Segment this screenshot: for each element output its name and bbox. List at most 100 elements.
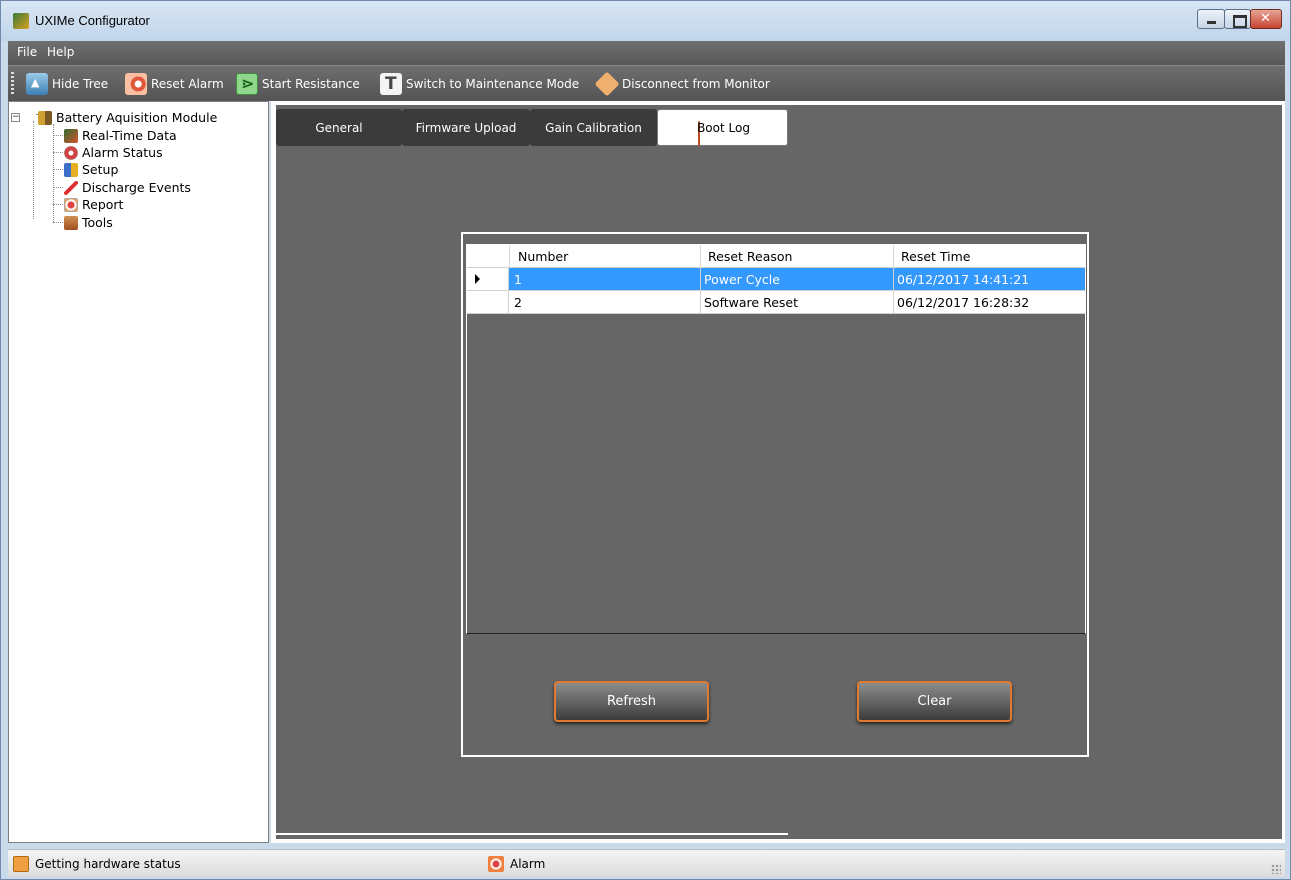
cell-number: 1: [514, 272, 522, 287]
maintenance-mode-label: Switch to Maintenance Mode: [406, 77, 580, 91]
tree-node-label: Real-Time Data: [82, 128, 177, 143]
battery-module-icon: [38, 110, 52, 125]
alarm-status-icon: [64, 145, 78, 160]
app-window: UXIMe Configurator File Help Hide Tree R…: [0, 0, 1291, 880]
start-resistance-label: Start Resistance: [262, 77, 360, 91]
disconnect-icon: [594, 71, 620, 97]
app-icon: [13, 13, 29, 29]
navigation-tree: − Battery Aquisition Module Real-Time Da…: [8, 101, 269, 843]
tab-label: General: [315, 120, 363, 135]
toolbar-grip[interactable]: [11, 72, 14, 96]
tree-connector: [53, 152, 63, 153]
tab-boot-log[interactable]: Boot Log: [657, 109, 788, 146]
status-text: Getting hardware status: [35, 857, 181, 871]
maximize-icon: [1225, 10, 1250, 28]
tree-connector: [53, 124, 54, 222]
column-separator: [893, 268, 894, 290]
tree-node-report[interactable]: Report: [64, 196, 123, 213]
boot-log-panel: Number Reset Reason Reset Time 1 Power C…: [461, 232, 1089, 757]
current-row-icon: [475, 274, 480, 284]
minimize-icon: [1198, 10, 1224, 28]
row-header[interactable]: [467, 291, 509, 313]
real-time-data-icon: [64, 128, 78, 143]
tree-node-battery-module[interactable]: − Battery Aquisition Module: [11, 109, 217, 126]
tree-node-label: Alarm Status: [82, 145, 163, 160]
alarm-text: Alarm: [510, 857, 546, 871]
column-header-reset-time[interactable]: Reset Time: [901, 249, 970, 264]
collapse-icon[interactable]: −: [11, 113, 20, 122]
tree-node-real-time-data[interactable]: Real-Time Data: [64, 127, 177, 144]
tree-node-alarm-status[interactable]: Alarm Status: [64, 144, 163, 161]
reset-alarm-label: Reset Alarm: [151, 77, 224, 91]
status-message: Getting hardware status: [13, 856, 181, 872]
tab-firmware-upload[interactable]: Firmware Upload: [402, 109, 530, 146]
maximize-button[interactable]: [1224, 9, 1251, 29]
clear-button[interactable]: Clear: [857, 681, 1012, 722]
close-icon: [1251, 10, 1281, 28]
column-separator: [700, 291, 701, 313]
tab-label: Gain Calibration: [545, 120, 642, 135]
close-button[interactable]: [1250, 9, 1282, 29]
start-resistance-button[interactable]: Start Resistance: [236, 70, 360, 98]
row-header[interactable]: [467, 268, 509, 290]
tree-node-setup[interactable]: Setup: [64, 161, 118, 178]
resize-grip[interactable]: [1271, 864, 1281, 874]
cell-reset-reason: Power Cycle: [704, 272, 780, 287]
report-icon: [64, 197, 78, 212]
disconnect-label: Disconnect from Monitor: [622, 77, 770, 91]
tree-connector: [53, 187, 63, 188]
window-title: UXIMe Configurator: [35, 13, 150, 28]
tree-node-label: Tools: [82, 215, 113, 230]
column-separator: [509, 245, 510, 268]
boot-log-grid[interactable]: Number Reset Reason Reset Time 1 Power C…: [466, 244, 1086, 634]
refresh-button[interactable]: Refresh: [554, 681, 709, 722]
table-row[interactable]: 2 Software Reset 06/12/2017 16:28:32: [467, 291, 1085, 314]
column-separator: [700, 268, 701, 290]
tab-content-area: General Firmware Upload Gain Calibration…: [276, 105, 1282, 839]
status-icon: [13, 856, 29, 872]
column-header-number[interactable]: Number: [518, 249, 568, 264]
maintenance-mode-button[interactable]: Switch to Maintenance Mode: [380, 70, 579, 98]
tree-connector: [53, 135, 63, 136]
cell-reset-time: 06/12/2017 14:41:21: [897, 272, 1030, 287]
tree-node-label: Setup: [82, 162, 119, 177]
tree-connector: [53, 222, 63, 223]
column-separator: [700, 245, 701, 268]
setup-icon: [64, 162, 78, 177]
tree-node-label: Discharge Events: [82, 180, 191, 195]
tab-strip: General Firmware Upload Gain Calibration…: [276, 105, 788, 147]
cell-reset-reason: Software Reset: [704, 295, 798, 310]
hide-tree-label: Hide Tree: [52, 77, 109, 91]
column-separator: [893, 245, 894, 268]
alarm-icon: [488, 856, 504, 872]
tree-connector: [33, 121, 34, 219]
tree-connector: [53, 169, 63, 170]
reset-alarm-button[interactable]: Reset Alarm: [125, 70, 224, 98]
cell-number: 2: [514, 295, 522, 310]
alarm-indicator: Alarm: [488, 856, 545, 872]
tree-node-tools[interactable]: Tools: [64, 214, 113, 231]
tab-label: Boot Log: [697, 120, 750, 135]
hammer-icon: [380, 73, 402, 95]
table-row[interactable]: 1 Power Cycle 06/12/2017 14:41:21: [467, 268, 1085, 291]
menu-file[interactable]: File: [17, 45, 37, 59]
tree-connector: [53, 204, 63, 205]
hide-tree-icon: [26, 73, 48, 95]
tab-general[interactable]: General: [276, 109, 402, 146]
toolbar: Hide Tree Reset Alarm Start Resistance S…: [8, 65, 1285, 101]
toolbox-icon: [64, 215, 78, 230]
disconnect-button[interactable]: Disconnect from Monitor: [594, 70, 770, 98]
hide-tree-button[interactable]: Hide Tree: [26, 70, 108, 98]
minimize-button[interactable]: [1197, 9, 1225, 29]
tab-gain-calibration[interactable]: Gain Calibration: [530, 109, 657, 146]
title-bar: UXIMe Configurator: [1, 1, 1290, 41]
menu-bar: File Help: [8, 41, 1285, 65]
reset-alarm-icon: [125, 73, 147, 95]
status-bar: Getting hardware status Alarm: [8, 849, 1285, 877]
tab-divider: [276, 833, 788, 835]
menu-help[interactable]: Help: [47, 45, 74, 59]
tree-node-label: Battery Aquisition Module: [56, 110, 218, 125]
main-content: General Firmware Upload Gain Calibration…: [271, 101, 1285, 843]
tree-node-discharge-events[interactable]: Discharge Events: [64, 179, 191, 196]
column-header-reset-reason[interactable]: Reset Reason: [708, 249, 792, 264]
